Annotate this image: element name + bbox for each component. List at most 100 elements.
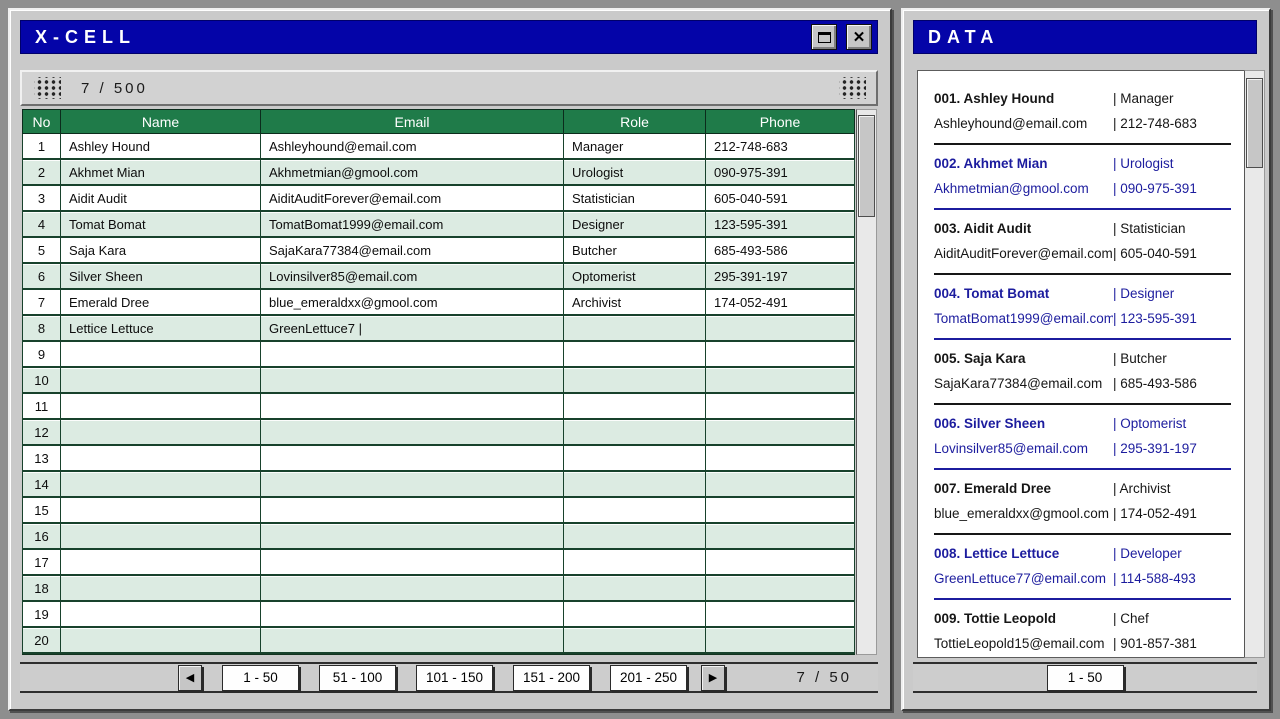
cell-role[interactable]: Designer [564, 212, 706, 236]
table-row[interactable]: 6 Silver Sheen Lovinsilver85@email.com O… [22, 264, 855, 290]
cell-no[interactable]: 17 [23, 550, 61, 574]
cell-phone[interactable]: 123-595-391 [706, 212, 854, 236]
cell-no[interactable]: 9 [23, 342, 61, 366]
cell-email[interactable]: Akhmetmian@gmool.com [261, 160, 564, 184]
next-page-button[interactable]: ▶ [701, 665, 725, 691]
cell-phone[interactable]: 174-052-491 [706, 290, 854, 314]
data-list-scrollbar-thumb[interactable] [1246, 78, 1263, 168]
table-row[interactable]: 11 [22, 394, 855, 420]
page-range-button-5[interactable]: 201 - 250 [610, 665, 687, 691]
table-row[interactable]: 8 Lettice Lettuce GreenLettuce7 | [22, 316, 855, 342]
list-item[interactable]: 005. Saja Kara | Butcher SajaKara77384@e… [918, 340, 1244, 405]
list-item[interactable]: 006. Silver Sheen | Optomerist Lovinsilv… [918, 405, 1244, 470]
cell-phone[interactable] [706, 446, 854, 470]
data-list-scrollbar[interactable] [1244, 70, 1265, 658]
table-row[interactable]: 20 [22, 628, 855, 654]
cell-no[interactable]: 3 [23, 186, 61, 210]
cell-no[interactable]: 5 [23, 238, 61, 262]
table-row[interactable]: 2 Akhmet Mian Akhmetmian@gmool.com Urolo… [22, 160, 855, 186]
data-page-range-button[interactable]: 1 - 50 [1047, 665, 1124, 691]
cell-role[interactable]: Butcher [564, 238, 706, 262]
close-button[interactable]: ✕ [846, 24, 872, 50]
table-row[interactable]: 1 Ashley Hound Ashleyhound@email.com Man… [22, 134, 855, 160]
cell-no[interactable]: 7 [23, 290, 61, 314]
cell-email[interactable] [261, 420, 564, 444]
cell-email[interactable] [261, 524, 564, 548]
cell-phone[interactable] [706, 498, 854, 522]
cell-role[interactable] [564, 498, 706, 522]
cell-phone[interactable] [706, 602, 854, 626]
cell-phone[interactable] [706, 472, 854, 496]
cell-role[interactable] [564, 342, 706, 366]
cell-name[interactable] [61, 472, 261, 496]
table-row[interactable]: 18 [22, 576, 855, 602]
cell-role[interactable] [564, 420, 706, 444]
cell-email[interactable]: Lovinsilver85@email.com [261, 264, 564, 288]
list-item[interactable]: 001. Ashley Hound | Manager Ashleyhound@… [918, 80, 1244, 145]
cell-phone[interactable]: 685-493-586 [706, 238, 854, 262]
list-item[interactable]: 004. Tomat Bomat | Designer TomatBomat19… [918, 275, 1244, 340]
prev-page-button[interactable]: ◀ [178, 665, 202, 691]
cell-name[interactable]: Tomat Bomat [61, 212, 261, 236]
cell-name[interactable] [61, 576, 261, 600]
cell-email[interactable] [261, 368, 564, 392]
table-row[interactable]: 7 Emerald Dree blue_emeraldxx@gmool.com … [22, 290, 855, 316]
cell-phone[interactable] [706, 420, 854, 444]
cell-name[interactable] [61, 628, 261, 652]
page-range-button-3[interactable]: 101 - 150 [416, 665, 493, 691]
grid-handle-icon-left[interactable] [34, 77, 61, 99]
table-row[interactable]: 14 [22, 472, 855, 498]
table-row[interactable]: 4 Tomat Bomat TomatBomat1999@email.com D… [22, 212, 855, 238]
cell-name[interactable] [61, 394, 261, 418]
column-header-no[interactable]: No [23, 110, 61, 133]
cell-phone[interactable] [706, 628, 854, 652]
cell-role[interactable]: Statistician [564, 186, 706, 210]
table-row[interactable]: 5 Saja Kara SajaKara77384@email.com Butc… [22, 238, 855, 264]
cell-name[interactable] [61, 446, 261, 470]
cell-no[interactable]: 6 [23, 264, 61, 288]
table-row[interactable]: 12 [22, 420, 855, 446]
cell-name[interactable]: Silver Sheen [61, 264, 261, 288]
cell-name[interactable] [61, 524, 261, 548]
cell-role[interactable] [564, 368, 706, 392]
cell-no[interactable]: 11 [23, 394, 61, 418]
cell-name[interactable]: Saja Kara [61, 238, 261, 262]
table-row[interactable]: 9 [22, 342, 855, 368]
column-header-name[interactable]: Name [61, 110, 261, 133]
column-header-phone[interactable]: Phone [706, 110, 854, 133]
cell-role[interactable] [564, 602, 706, 626]
table-scrollbar-thumb[interactable] [858, 115, 875, 217]
xcell-titlebar[interactable]: X-CELL ✕ [20, 20, 878, 54]
table-row[interactable]: 15 [22, 498, 855, 524]
table-row[interactable]: 10 [22, 368, 855, 394]
cell-email[interactable] [261, 576, 564, 600]
cell-role[interactable] [564, 394, 706, 418]
cell-no[interactable]: 20 [23, 628, 61, 652]
cell-role[interactable] [564, 524, 706, 548]
cell-name[interactable]: Aidit Audit [61, 186, 261, 210]
list-item[interactable]: 007. Emerald Dree | Archivist blue_emera… [918, 470, 1244, 535]
cell-name[interactable] [61, 342, 261, 366]
maximize-button[interactable] [811, 24, 837, 50]
cell-role[interactable] [564, 550, 706, 574]
cell-no[interactable]: 19 [23, 602, 61, 626]
cell-name[interactable] [61, 550, 261, 574]
cell-role[interactable] [564, 472, 706, 496]
table-row[interactable]: 16 [22, 524, 855, 550]
page-range-button-1[interactable]: 1 - 50 [222, 665, 299, 691]
cell-no[interactable]: 12 [23, 420, 61, 444]
cell-phone[interactable]: 295-391-197 [706, 264, 854, 288]
column-header-email[interactable]: Email [261, 110, 564, 133]
cell-no[interactable]: 15 [23, 498, 61, 522]
cell-role[interactable]: Manager [564, 134, 706, 158]
cell-role[interactable] [564, 446, 706, 470]
cell-email[interactable]: GreenLettuce7 | [261, 316, 564, 340]
cell-role[interactable]: Archivist [564, 290, 706, 314]
cell-no[interactable]: 1 [23, 134, 61, 158]
cell-no[interactable]: 10 [23, 368, 61, 392]
column-header-role[interactable]: Role [564, 110, 706, 133]
cell-role[interactable]: Optomerist [564, 264, 706, 288]
table-row[interactable]: 13 [22, 446, 855, 472]
cell-name[interactable]: Emerald Dree [61, 290, 261, 314]
cell-phone[interactable] [706, 550, 854, 574]
